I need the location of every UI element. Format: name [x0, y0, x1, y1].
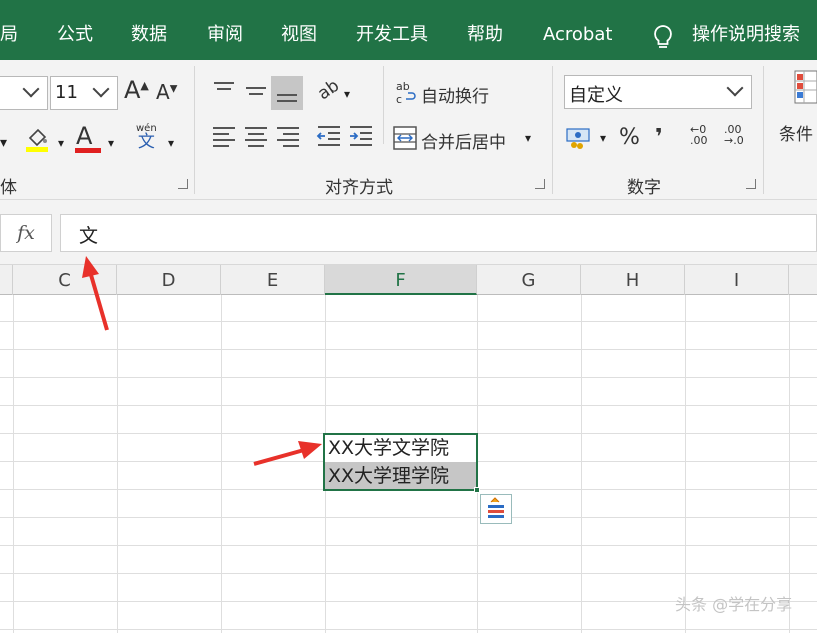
tell-me-search[interactable]: 操作说明搜索 — [692, 0, 800, 60]
orientation-icon[interactable]: ab — [314, 76, 343, 105]
accounting-dropdown[interactable]: ▾ — [600, 131, 606, 145]
align-left-icon[interactable] — [213, 125, 237, 149]
tab-developer[interactable]: 开发工具 — [356, 0, 428, 60]
merge-dropdown[interactable]: ▾ — [525, 131, 531, 145]
svg-text:c: c — [396, 93, 402, 106]
tab-view[interactable]: 视图 — [281, 0, 317, 60]
font-color-bar — [75, 148, 101, 153]
shrink-font-button[interactable]: A▼ — [156, 80, 177, 104]
annotation-arrow-up — [80, 254, 114, 338]
phonetic-icon[interactable]: wén 文 — [136, 124, 157, 151]
font-size-combo[interactable]: 11 — [50, 76, 118, 110]
number-dialog-launcher[interactable] — [746, 179, 756, 189]
flash-fill-options-icon[interactable] — [480, 494, 512, 524]
formula-value: 文 — [79, 225, 99, 247]
font-color-dropdown[interactable]: ▾ — [108, 136, 114, 150]
align-center-icon[interactable] — [245, 125, 269, 149]
fill-handle[interactable] — [474, 487, 480, 493]
tab-acrobat[interactable]: Acrobat — [543, 0, 612, 60]
alignment-dialog-launcher[interactable] — [535, 179, 545, 189]
tab-review[interactable]: 审阅 — [207, 0, 243, 60]
worksheet-grid[interactable]: XX大学文学院 XX大学理学院 头条 @学在分享 — [0, 295, 817, 633]
tab-formulas[interactable]: 公式 — [57, 0, 93, 60]
column-header-f[interactable]: F — [325, 265, 477, 295]
formula-input[interactable]: 文 — [60, 214, 817, 252]
decrease-decimal-button[interactable]: .00 →.0 — [724, 124, 744, 146]
wrap-text-icon[interactable]: ab c — [396, 80, 416, 110]
separator — [194, 66, 195, 194]
separator — [552, 66, 553, 194]
phonetic-dropdown[interactable]: ▾ — [168, 136, 174, 150]
font-size-value: 11 — [55, 82, 78, 103]
column-header-partial — [0, 265, 13, 295]
align-top-icon[interactable] — [212, 82, 236, 102]
column-header-h[interactable]: H — [581, 265, 685, 295]
group-font-label: 体 — [0, 178, 17, 198]
group-alignment-label: 对齐方式 — [325, 178, 393, 198]
dropdown-arrow[interactable]: ▾ — [0, 135, 7, 151]
fill-color-dropdown[interactable]: ▾ — [58, 136, 64, 150]
number-format-combo[interactable]: 自定义 — [564, 75, 752, 109]
column-header-i[interactable]: I — [685, 265, 789, 295]
annotation-arrow-right — [250, 439, 325, 473]
align-bottom-icon[interactable] — [271, 76, 303, 110]
accounting-format-icon[interactable] — [566, 126, 594, 154]
ribbon: 11 A▲ A▼ ▾ ▾ A ▾ wén 文 ▾ 体 ab ▾ ab c 自动换… — [0, 60, 817, 200]
grow-font-button[interactable]: A▲ — [124, 76, 149, 104]
column-header-g[interactable]: G — [477, 265, 581, 295]
align-middle-icon[interactable] — [244, 82, 268, 102]
percent-button[interactable]: % — [619, 125, 640, 150]
conditional-format-icon[interactable] — [794, 70, 817, 108]
tab-help[interactable]: 帮助 — [467, 0, 503, 60]
comma-button[interactable]: ❜ — [655, 125, 663, 150]
column-header-d[interactable]: D — [117, 265, 221, 295]
conditional-format-button[interactable]: 条件 — [779, 120, 813, 145]
lightbulb-icon[interactable] — [652, 24, 674, 54]
merge-center-button[interactable]: 合并后居中 — [421, 128, 506, 153]
insert-function-button[interactable]: fx — [0, 214, 52, 252]
tab-data[interactable]: 数据 — [131, 0, 167, 60]
align-right-icon[interactable] — [277, 125, 301, 149]
font-name-combo[interactable] — [0, 76, 48, 110]
column-header-e[interactable]: E — [221, 265, 325, 295]
decrease-indent-icon[interactable] — [316, 123, 342, 153]
svg-text:ab: ab — [396, 80, 410, 93]
wrap-text-button[interactable]: 自动换行 — [421, 82, 489, 107]
increase-decimal-button[interactable]: ←0.00 — [690, 124, 708, 146]
group-number-label: 数字 — [627, 178, 661, 198]
separator — [763, 66, 764, 194]
tab-page-layout[interactable]: 局 — [0, 0, 18, 60]
font-dialog-launcher[interactable] — [178, 179, 188, 189]
watermark: 头条 @学在分享 — [675, 595, 793, 614]
merge-center-icon[interactable] — [393, 126, 417, 154]
fill-color-icon[interactable] — [24, 124, 50, 156]
increase-indent-icon[interactable] — [348, 123, 374, 153]
number-format-value: 自定义 — [569, 85, 623, 106]
orientation-dropdown[interactable]: ▾ — [344, 87, 350, 101]
font-color-button[interactable]: A — [76, 122, 92, 150]
menu-bar: 局 公式 数据 审阅 视图 开发工具 帮助 Acrobat 操作说明搜索 — [0, 0, 817, 60]
selection-border — [323, 433, 478, 491]
separator — [383, 66, 384, 144]
column-header-partial — [789, 265, 817, 295]
column-headers: C D E F G H I — [0, 264, 817, 295]
